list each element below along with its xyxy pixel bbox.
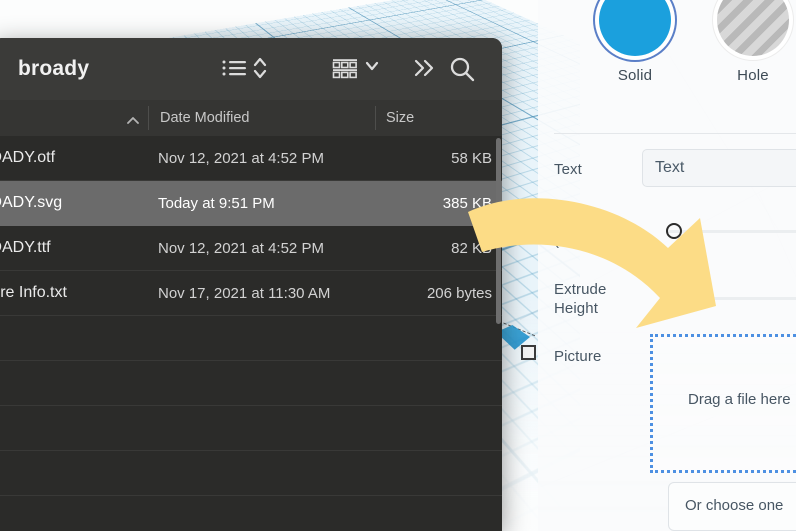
text-field-label: Text: [554, 161, 582, 178]
table-row[interactable]: ROADY.svg Today at 9:51 PM 385 KB: [0, 181, 502, 226]
file-size: 206 bytes: [426, 285, 492, 302]
group-grid-icon[interactable]: [330, 54, 360, 82]
solid-hole-toggle: Solid Hole: [538, 0, 796, 104]
list-view-icon[interactable]: [220, 54, 248, 82]
type-slider-knob[interactable]: [666, 223, 682, 239]
file-date: Nov 12, 2021 at 4:52 PM: [158, 240, 324, 257]
hole-swatch-icon: [717, 0, 789, 56]
file-name: More Info.txt: [0, 284, 67, 301]
text-input[interactable]: Text: [642, 149, 796, 187]
file-name: ROADY.svg: [0, 194, 63, 211]
table-row[interactable]: ROADY.otf Nov 12, 2021 at 4:52 PM 58 KB: [0, 136, 502, 181]
table-row[interactable]: [0, 496, 502, 531]
dropzone-hint-text: Drag a file here: [688, 391, 791, 408]
table-row[interactable]: [0, 316, 502, 361]
extrude-slider-track[interactable]: [666, 297, 796, 300]
column-separator[interactable]: [375, 106, 376, 130]
sort-chevrons-icon[interactable]: [251, 54, 269, 82]
solid-label: Solid: [617, 67, 653, 84]
extrude-field-label-line2: Height: [554, 300, 598, 317]
finder-titlebar[interactable]: broady: [0, 38, 502, 100]
table-row[interactable]: [0, 406, 502, 451]
hole-option[interactable]: Hole: [698, 0, 796, 84]
file-size: 385 KB: [442, 195, 492, 212]
type-field-label-line1: Typ: [554, 213, 579, 230]
table-row[interactable]: ROADY.ttf Nov 12, 2021 at 4:52 PM 82 KB: [0, 226, 502, 271]
hole-label: Hole: [737, 67, 769, 84]
search-icon[interactable]: [447, 54, 477, 84]
finder-title-text: broady: [18, 57, 90, 80]
chevron-up-icon: [124, 113, 142, 131]
table-row[interactable]: [0, 361, 502, 406]
picture-field-label: Picture: [554, 348, 602, 365]
finder-file-list[interactable]: ROADY.otf Nov 12, 2021 at 4:52 PM 58 KB …: [0, 136, 502, 531]
type-slider-track[interactable]: [666, 230, 796, 233]
file-date: Today at 9:51 PM: [158, 195, 275, 212]
file-name: ROADY.otf: [0, 149, 56, 166]
file-size: 82 KB: [451, 240, 492, 257]
panel-divider: [554, 133, 796, 134]
chevron-down-icon[interactable]: [363, 58, 381, 74]
object-resize-handle[interactable]: [521, 345, 536, 360]
extrude-field-label-line1: Extrude: [554, 281, 607, 298]
column-header-date[interactable]: Date Modified: [160, 110, 249, 126]
vertical-scrollbar[interactable]: [496, 138, 501, 324]
solid-swatch-icon: [599, 0, 671, 56]
column-header-size[interactable]: Size: [386, 110, 414, 126]
text-input-value: Text: [655, 159, 685, 176]
column-separator[interactable]: [148, 106, 149, 130]
choose-file-button-label: Or choose one: [685, 497, 784, 514]
solid-option[interactable]: Solid: [580, 0, 690, 84]
chevron-double-right-icon[interactable]: [410, 54, 438, 82]
type-field-label-line2: (Mm): [554, 232, 590, 249]
finder-window[interactable]: broady Date Modified Size ADY.otf Nov 12…: [0, 38, 502, 531]
screenshot-stage: Solid Hole Text Text Typ (Mm) Extrude He…: [0, 0, 796, 531]
file-name: ROADY.ttf: [0, 239, 51, 256]
table-row[interactable]: [0, 451, 502, 496]
file-date: Nov 17, 2021 at 11:30 AM: [158, 285, 331, 302]
finder-column-headers: e Date Modified Size: [0, 100, 502, 136]
file-size: 58 KB: [451, 150, 492, 167]
choose-file-button[interactable]: Or choose one: [668, 482, 796, 531]
table-row[interactable]: More Info.txt Nov 17, 2021 at 11:30 AM 2…: [0, 271, 502, 316]
file-date: Nov 12, 2021 at 4:52 PM: [158, 150, 324, 167]
